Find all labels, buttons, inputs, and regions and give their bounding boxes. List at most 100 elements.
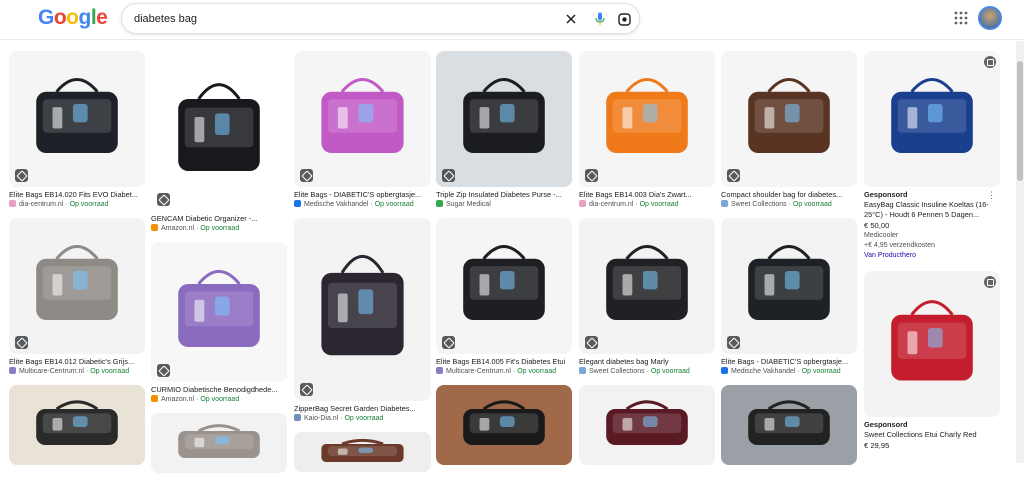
result-source[interactable]: Amazon.nl · Op voorraad (151, 395, 287, 405)
result-thumbnail[interactable] (436, 51, 572, 187)
image-result-card[interactable] (151, 413, 287, 473)
site-favicon-icon (721, 367, 728, 374)
result-thumbnail[interactable] (436, 385, 572, 465)
image-result-card[interactable]: CURMIO Diabetische Benodigdhede... Amazon… (151, 242, 287, 405)
product-photo (721, 51, 857, 187)
sponsored-title[interactable]: Sweet Collections Etui Charly Red (864, 430, 1000, 440)
scrollbar-thumb[interactable] (1017, 61, 1023, 181)
source-name: Kaio-Dia.nl (304, 415, 339, 422)
result-title[interactable]: ZipperBag Secret Garden Diabetes... (294, 404, 431, 414)
result-thumbnail[interactable] (721, 51, 857, 187)
merchant-link[interactable]: Van Producthero (864, 251, 1000, 261)
result-title[interactable]: CURMIO Diabetische Benodigdhede... (151, 385, 287, 395)
sponsored-title[interactable]: EasyBag Classic Insuline Koeltas (16- (864, 200, 1000, 210)
result-thumbnail[interactable] (151, 242, 287, 382)
sponsored-thumbnail[interactable] (864, 51, 1000, 187)
sponsored-seller: Medicooler (864, 232, 899, 239)
result-thumbnail[interactable] (9, 218, 145, 354)
sponsored-header: Gesponsord ⋮ (864, 190, 1000, 200)
clear-icon[interactable] (563, 11, 579, 27)
result-source[interactable]: Medische Vakhandel · Op voorraad (721, 367, 857, 377)
result-source[interactable]: Multicare-Centrum.nl · Op voorraad (436, 367, 572, 377)
image-result-card[interactable] (294, 432, 431, 472)
account-avatar[interactable] (978, 6, 1002, 30)
stock-status: Op voorraad (90, 368, 130, 375)
image-result-card[interactable]: Elite Bags EB14.003 Dia's Zwart... dia-ce… (579, 51, 715, 210)
result-thumbnail[interactable] (721, 385, 857, 465)
result-source[interactable]: Sweet Collections · Op voorraad (579, 367, 715, 377)
stock-status: Op voorraad (200, 225, 240, 232)
image-result-card[interactable]: Elite Bags EB14.012 Diabetic's Grijs... M… (9, 218, 145, 377)
result-title[interactable]: Elite Bags EB14.020 Fits EVO Diabet... (9, 190, 145, 200)
result-thumbnail[interactable] (9, 51, 145, 187)
result-thumbnail[interactable] (294, 218, 431, 401)
result-source[interactable]: Multicare-Centrum.nl · Op voorraad (9, 367, 145, 377)
result-source[interactable]: Sugar Medical (436, 200, 572, 210)
source-name: Amazon.nl (161, 396, 195, 403)
result-title[interactable]: Elite Bags - DIABETIC'S opbergtasje... (294, 190, 431, 200)
search-box[interactable] (121, 3, 640, 34)
product-tag-icon (15, 336, 28, 349)
product-photo (294, 51, 431, 187)
result-thumbnail[interactable] (151, 51, 287, 211)
result-title[interactable]: Triple Zip Insulated Diabetes Purse -... (436, 190, 572, 200)
more-options-icon[interactable]: ⋮ (987, 190, 996, 201)
google-logo[interactable]: Google (38, 6, 108, 30)
product-photo (151, 413, 287, 473)
image-result-card[interactable]: Elite Bags - DIABETIC'S opbergtasje... Me… (294, 51, 431, 210)
image-result-card[interactable]: Elegant diabetes bag Marly Sweet Collecti… (579, 218, 715, 377)
microphone-icon[interactable] (592, 11, 608, 27)
result-thumbnail[interactable] (436, 218, 572, 354)
result-source[interactable]: Medische Vakhandel · Op voorraad (294, 200, 431, 210)
image-result-card[interactable] (436, 385, 572, 465)
result-source[interactable]: dia-centrum.nl · Op voorraad (9, 200, 145, 210)
open-external-icon[interactable] (984, 276, 996, 288)
result-thumbnail[interactable] (294, 432, 431, 472)
source-name: dia-centrum.nl (19, 201, 64, 208)
image-result-card[interactable] (9, 385, 145, 465)
result-title[interactable]: Elegant diabetes bag Marly (579, 357, 715, 367)
sponsored-label: Gesponsord (864, 190, 908, 199)
image-result-card[interactable] (579, 385, 715, 465)
result-thumbnail[interactable] (579, 385, 715, 465)
image-result-card[interactable]: Elite Bags EB14.020 Fits EVO Diabet... di… (9, 51, 145, 210)
result-title[interactable]: GENCAM Diabetic Organizer -... (151, 214, 287, 224)
result-source[interactable]: Kaio-Dia.nl · Op voorraad (294, 414, 431, 424)
google-apps-icon[interactable] (954, 11, 968, 25)
result-thumbnail[interactable] (579, 218, 715, 354)
open-external-icon[interactable] (984, 56, 996, 68)
sponsored-title[interactable]: 25°C) - Houdt 6 Pennen 5 Dagen... (864, 210, 1000, 220)
result-title[interactable]: Elite Bags EB14.012 Diabetic's Grijs... (9, 357, 145, 367)
image-result-card[interactable]: GENCAM Diabetic Organizer -... Amazon.nl … (151, 51, 287, 234)
image-result-card[interactable]: Elite Bags EB14.005 Fit's Diabetes Etui M… (436, 218, 572, 377)
sponsored-card[interactable]: Gesponsord ⋮ EasyBag Classic Insuline Koel… (864, 51, 1000, 261)
stock-status: Op voorraad (517, 368, 557, 375)
result-source[interactable]: Sweet Collections · Op voorraad (721, 200, 857, 210)
sponsored-card[interactable]: Gesponsord Sweet Collections Etui Charly … (864, 271, 1000, 451)
stock-status: Op voorraad (200, 396, 240, 403)
sponsored-thumbnail[interactable] (864, 271, 1000, 417)
result-thumbnail[interactable] (9, 385, 145, 465)
results-column: Compact shoulder bag for diabetes... Swee… (721, 51, 857, 473)
result-thumbnail[interactable] (579, 51, 715, 187)
result-title[interactable]: Compact shoulder bag for diabetes... (721, 190, 857, 200)
image-result-card[interactable]: Compact shoulder bag for diabetes... Swee… (721, 51, 857, 210)
result-title[interactable]: Elite Bags EB14.005 Fit's Diabetes Etui (436, 357, 572, 367)
result-source[interactable]: dia-centrum.nl · Op voorraad (579, 200, 715, 210)
product-photo (436, 218, 572, 354)
result-title[interactable]: Elite Bags - DIABETIC'S opbergtasje... (721, 357, 857, 367)
result-thumbnail[interactable] (294, 51, 431, 187)
search-input[interactable] (134, 10, 544, 28)
result-thumbnail[interactable] (151, 413, 287, 473)
image-result-card[interactable]: ZipperBag Secret Garden Diabetes... Kaio-… (294, 218, 431, 424)
shipping-cost: +€ 4,95 verzendkosten (864, 242, 936, 249)
result-thumbnail[interactable] (721, 218, 857, 354)
result-source[interactable]: Amazon.nl · Op voorraad (151, 224, 287, 234)
result-title[interactable]: Elite Bags EB14.003 Dia's Zwart... (579, 190, 715, 200)
image-result-card[interactable]: Elite Bags - DIABETIC'S opbergtasje... Me… (721, 218, 857, 377)
image-result-card[interactable] (721, 385, 857, 465)
image-result-card[interactable]: Triple Zip Insulated Diabetes Purse -...… (436, 51, 572, 210)
lens-icon[interactable] (616, 11, 632, 27)
scrollbar[interactable] (1016, 41, 1024, 463)
sponsored-price: € 29,95 (864, 441, 890, 450)
